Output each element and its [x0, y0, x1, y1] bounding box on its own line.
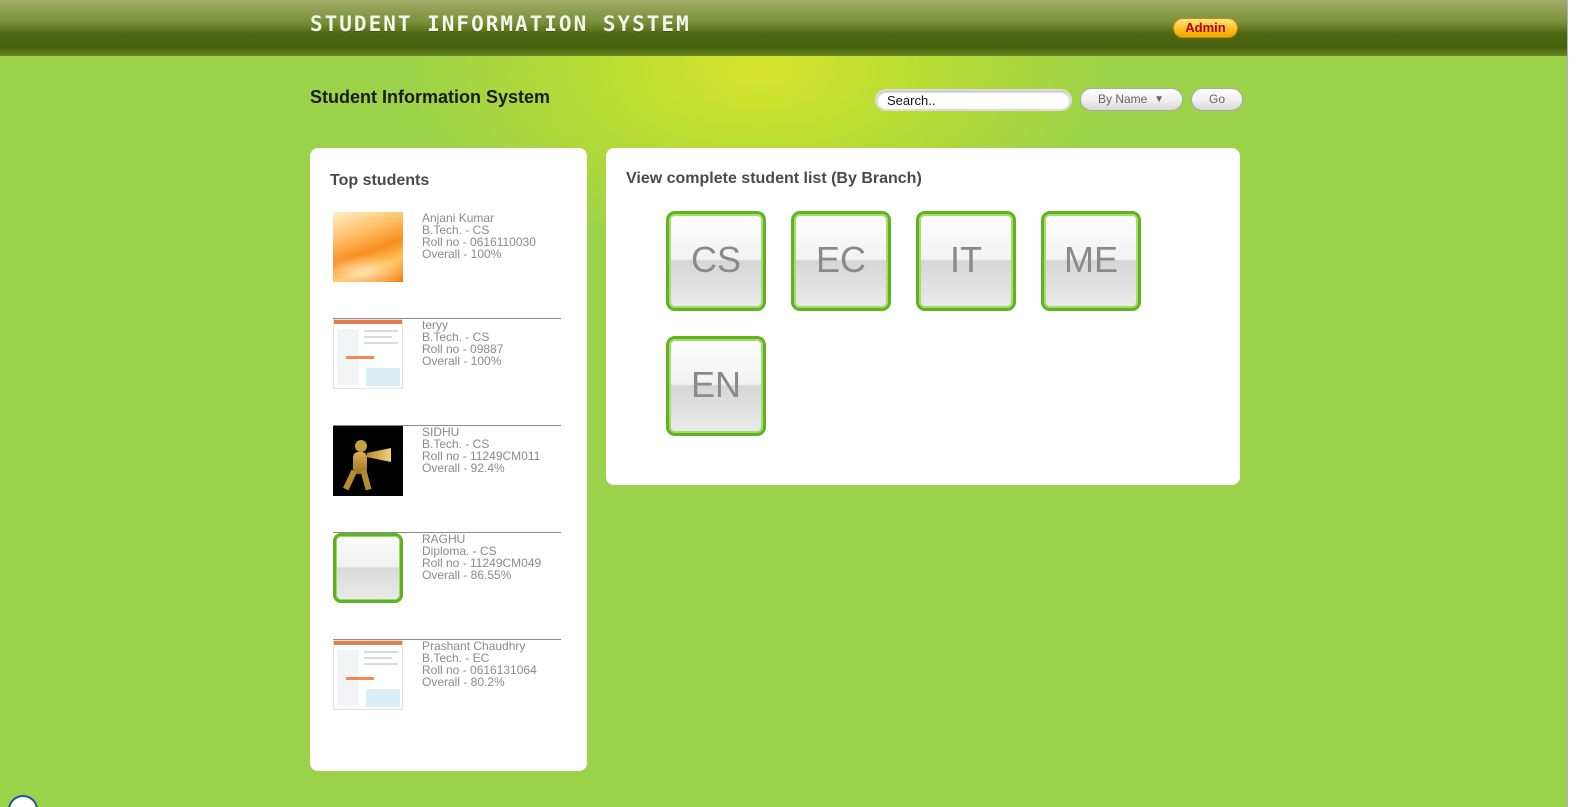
top-students-title: Top students	[330, 172, 430, 189]
student-overall: Overall - 80.2%	[422, 675, 505, 689]
student-info: Prashant Chaudhry B.Tech. - EC Roll no -…	[422, 640, 537, 688]
vertical-scrollbar[interactable]	[1567, 0, 1585, 807]
student-photo-placeholder[interactable]	[333, 533, 403, 603]
search-input[interactable]	[875, 89, 1072, 111]
search-filter-dropdown[interactable]: By Name ▼	[1080, 88, 1183, 111]
student-list-item[interactable]: teryy B.Tech. - CS Roll no - 09887 Overa…	[333, 319, 561, 426]
student-list-item[interactable]: SIDHU B.Tech. - CS Roll no - 11249CM011 …	[333, 426, 561, 533]
branch-tile-en[interactable]: EN	[666, 336, 766, 436]
go-button[interactable]: Go	[1191, 88, 1243, 111]
branch-tile-ec[interactable]: EC	[791, 211, 891, 311]
student-overall: Overall - 100%	[422, 354, 502, 368]
branch-tile-it[interactable]: IT	[916, 211, 1016, 311]
branch-list-title: View complete student list (By Branch)	[626, 170, 922, 187]
corner-badge-icon	[8, 795, 38, 807]
search-filter-selected: By Name	[1098, 92, 1148, 106]
dropdown-arrow-icon: ▼	[1154, 94, 1164, 105]
student-info: Anjani Kumar B.Tech. - CS Roll no - 0616…	[422, 212, 536, 260]
student-photo[interactable]	[333, 212, 403, 282]
student-info: SIDHU B.Tech. - CS Roll no - 11249CM011 …	[422, 426, 540, 474]
top-header-bar: Student Information System Admin	[0, 0, 1567, 56]
branch-tile-cs[interactable]: CS	[666, 211, 766, 311]
student-overall: Overall - 92.4%	[422, 461, 505, 475]
student-list-item[interactable]: Prashant Chaudhry B.Tech. - EC Roll no -…	[333, 640, 561, 747]
student-photo[interactable]	[333, 640, 403, 710]
student-overall: Overall - 86.55%	[422, 568, 512, 582]
student-info: RAGHU Diploma. - CS Roll no - 11249CM049…	[422, 533, 541, 581]
student-photo[interactable]	[333, 426, 403, 496]
app-title: Student Information System	[310, 12, 691, 36]
student-list-item[interactable]: RAGHU Diploma. - CS Roll no - 11249CM049…	[333, 533, 561, 640]
page-title: Student Information System	[310, 87, 551, 107]
branch-list-panel: View complete student list (By Branch) C…	[606, 148, 1240, 485]
top-students-panel: Top students Anjani Kumar B.Tech. - CS R…	[310, 148, 587, 771]
student-info: teryy B.Tech. - CS Roll no - 09887 Overa…	[422, 319, 503, 367]
admin-button[interactable]: Admin	[1173, 18, 1238, 38]
student-overall: Overall - 100%	[422, 247, 502, 261]
student-photo[interactable]	[333, 319, 403, 389]
student-list-item[interactable]: Anjani Kumar B.Tech. - CS Roll no - 0616…	[333, 212, 561, 319]
branch-tile-me[interactable]: ME	[1041, 211, 1141, 311]
